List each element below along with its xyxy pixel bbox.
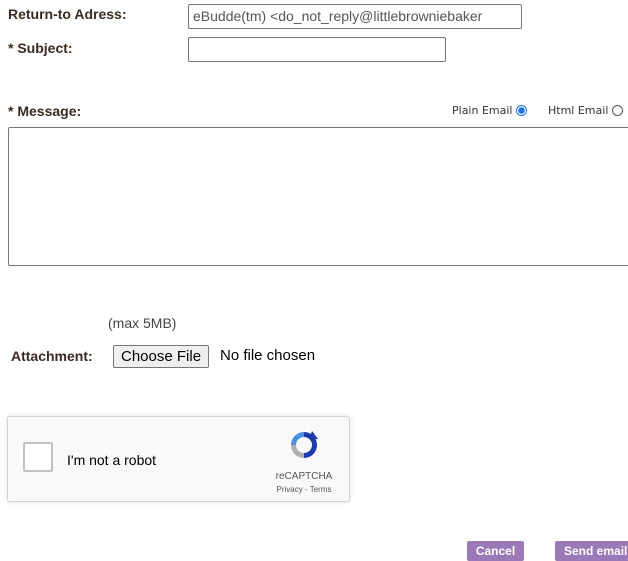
recaptcha-checkbox[interactable]: [23, 442, 53, 472]
message-label: * Message:: [8, 103, 82, 119]
plain-email-option[interactable]: Plain Email: [452, 104, 528, 117]
plain-email-label: Plain Email: [452, 104, 513, 117]
recaptcha-brand: reCAPTCHA: [275, 471, 333, 482]
return-address-field[interactable]: eBudde(tm) <do_not_reply@littlebrownieba…: [188, 4, 522, 29]
html-email-label: Html Email: [548, 104, 609, 117]
attachment-label: Attachment:: [11, 348, 93, 364]
message-textarea[interactable]: [8, 127, 628, 266]
subject-input[interactable]: [188, 37, 446, 62]
recaptcha-logo-icon: [291, 431, 318, 458]
choose-file-button[interactable]: Choose File: [113, 345, 210, 368]
html-email-option[interactable]: Html Email: [548, 104, 624, 117]
max-size-note: (max 5MB): [108, 315, 177, 331]
recaptcha-privacy-terms[interactable]: Privacy - Terms: [264, 485, 344, 494]
plain-email-radio[interactable]: [516, 105, 528, 116]
return-address-label: Return-to Adress:: [8, 6, 127, 22]
file-status-text: No file chosen: [220, 347, 316, 364]
recaptcha-checkbox-label: I'm not a robot: [67, 452, 157, 468]
recaptcha-widget: I'm not a robot reCAPTCHA Privacy - Term…: [7, 416, 350, 502]
subject-label: * Subject:: [8, 40, 73, 56]
send-email-button[interactable]: Send email: [555, 541, 628, 561]
html-email-radio[interactable]: [612, 105, 624, 116]
cancel-button[interactable]: Cancel: [467, 541, 524, 561]
